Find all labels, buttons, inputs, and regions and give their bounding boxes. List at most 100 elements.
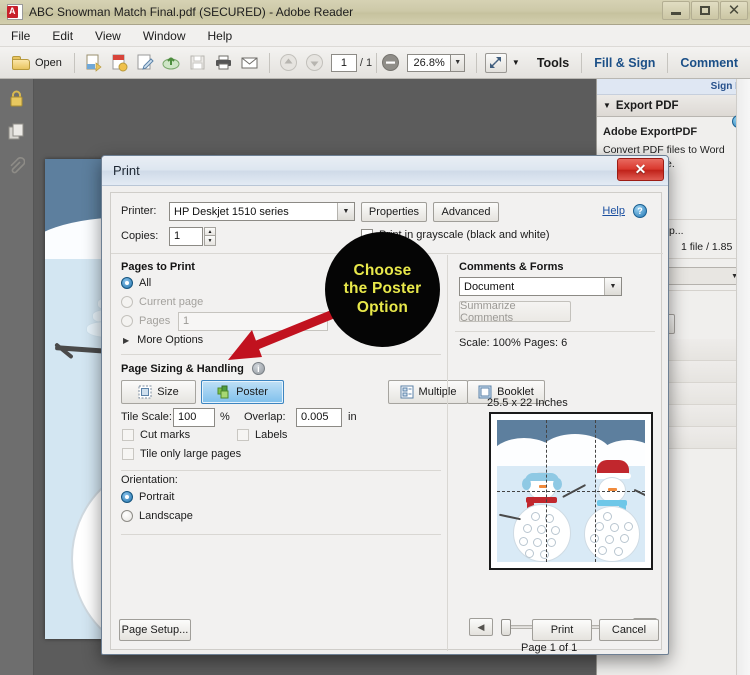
radio-all-row[interactable]: All (121, 277, 151, 289)
radio-portrait-row[interactable]: Portrait (121, 491, 174, 503)
cut-marks-row[interactable]: Cut marks (122, 429, 190, 441)
toolbar-separator-3 (376, 53, 377, 73)
print-icon[interactable] (213, 52, 235, 74)
comments-forms-select[interactable]: Document ▼ (459, 277, 622, 296)
radio-current-page-label: Current page (139, 296, 203, 308)
overlap-label: Overlap: (244, 411, 286, 423)
zoom-level-input[interactable]: 26.8% (407, 54, 451, 72)
arrow-up-icon[interactable] (278, 52, 300, 74)
poster-label: Poster (236, 386, 268, 398)
copies-input[interactable]: 1 (169, 227, 203, 246)
divider-4 (121, 534, 441, 535)
export-pdf-section-header[interactable]: ▼ Export PDF (597, 95, 750, 117)
radio-landscape-label: Landscape (139, 510, 193, 522)
copies-stepper[interactable]: ▲ ▼ (204, 227, 216, 246)
panel-scrollbar[interactable] (736, 79, 750, 675)
radio-landscape-row[interactable]: Landscape (121, 510, 193, 522)
printer-label: Printer: (121, 205, 165, 217)
minimize-icon[interactable] (662, 1, 690, 20)
window-controls: ✕ (661, 1, 748, 20)
printer-select[interactable]: HP Deskjet 1510 series ▼ (169, 202, 355, 221)
paperclip-icon[interactable] (6, 155, 28, 177)
overlap-input[interactable]: 0.005 (296, 408, 342, 427)
info-icon[interactable]: i (252, 362, 265, 375)
radio-current-page[interactable] (121, 296, 133, 308)
properties-button[interactable]: Properties (361, 202, 427, 222)
fullscreen-icon[interactable] (485, 53, 507, 73)
radio-all-label: All (139, 277, 151, 289)
toolbar-overflow-icon[interactable]: ▼ (509, 52, 523, 74)
zoom-out-icon[interactable] (379, 52, 401, 74)
chevron-down-icon[interactable]: ▼ (451, 54, 465, 72)
adobe-reader-window: ABC Snowman Match Final.pdf (SECURED) - … (0, 0, 750, 675)
window-title: ABC Snowman Match Final.pdf (SECURED) - … (29, 5, 353, 19)
arrow-down-icon[interactable] (304, 52, 326, 74)
help-link[interactable]: Help (602, 205, 625, 217)
menu-window[interactable]: Window (140, 27, 189, 45)
more-options-toggle[interactable]: ▶ More Options (123, 334, 203, 346)
tile-only-checkbox[interactable] (122, 448, 134, 460)
spinner-up-icon[interactable]: ▲ (204, 227, 216, 236)
triangle-right-icon: ▶ (123, 336, 129, 345)
tools-tab[interactable]: Tools (525, 56, 581, 70)
print-dialog: Print ✕ Printer: HP Deskjet 1510 series … (101, 155, 669, 655)
page-number-input[interactable]: 1 (331, 54, 357, 72)
lock-icon[interactable] (6, 87, 28, 109)
pdf-document-icon (7, 4, 23, 20)
tile-only-row[interactable]: Tile only large pages (122, 448, 241, 460)
open-label: Open (35, 57, 62, 69)
preview-prev-button[interactable]: ◀ (469, 618, 493, 636)
orientation-title: Orientation: (121, 474, 178, 486)
maximize-icon[interactable] (691, 1, 719, 20)
radio-landscape[interactable] (121, 510, 133, 522)
navigation-rail (0, 79, 34, 675)
fill-and-sign-tab[interactable]: Fill & Sign (582, 56, 667, 70)
open-button[interactable]: Open (6, 54, 68, 72)
menu-file[interactable]: File (8, 27, 33, 45)
chevron-down-icon: ▼ (337, 203, 354, 220)
poster-icon (217, 385, 231, 399)
cancel-button[interactable]: Cancel (599, 619, 659, 641)
cut-marks-checkbox[interactable] (122, 429, 134, 441)
radio-portrait-label: Portrait (139, 491, 174, 503)
sign-in-link[interactable]: Sign In (597, 79, 750, 95)
labels-row[interactable]: Labels (237, 429, 287, 441)
export-pdf-icon[interactable] (109, 52, 131, 74)
spinner-down-icon[interactable]: ▼ (204, 236, 216, 246)
help-icon[interactable]: ? (633, 204, 647, 218)
size-button[interactable]: Size (121, 380, 196, 404)
menu-view[interactable]: View (92, 27, 124, 45)
radio-portrait[interactable] (121, 491, 133, 503)
advanced-button[interactable]: Advanced (433, 202, 499, 222)
labels-checkbox[interactable] (237, 429, 249, 441)
preview-slider-thumb[interactable] (501, 619, 511, 636)
radio-current-page-row[interactable]: Current page (121, 296, 203, 308)
close-icon[interactable]: ✕ (617, 158, 664, 181)
create-pdf-icon[interactable] (83, 52, 105, 74)
multiple-label: Multiple (419, 386, 457, 398)
print-button[interactable]: Print (532, 619, 592, 641)
print-dialog-title: Print (113, 163, 140, 178)
divider-5 (455, 331, 655, 332)
send-to-cloud-icon[interactable] (161, 52, 183, 74)
toolbar-right-group: ▼ Tools Fill & Sign Comment (476, 47, 750, 79)
pages-icon[interactable] (6, 121, 28, 143)
main-toolbar: Open 1 / 1 (0, 47, 750, 79)
poster-button[interactable]: Poster (201, 380, 284, 404)
tile-scale-input[interactable]: 100 (173, 408, 215, 427)
multiple-button[interactable]: Multiple (388, 380, 468, 404)
close-icon[interactable]: ✕ (720, 1, 748, 20)
email-icon[interactable] (239, 52, 261, 74)
page-setup-button[interactable]: Page Setup... (119, 619, 191, 641)
comment-tab[interactable]: Comment (668, 56, 750, 70)
menu-help[interactable]: Help (205, 27, 236, 45)
comments-forms-value: Document (464, 281, 514, 293)
edit-pdf-icon[interactable] (135, 52, 157, 74)
callout-annotation: Choose the Poster Option (325, 232, 440, 347)
radio-pages-row[interactable]: Pages (121, 315, 170, 327)
callout-line-2: the Poster (344, 280, 422, 298)
radio-all[interactable] (121, 277, 133, 289)
pages-range-input[interactable]: 1 (178, 312, 328, 331)
menu-edit[interactable]: Edit (49, 27, 76, 45)
radio-pages[interactable] (121, 315, 133, 327)
